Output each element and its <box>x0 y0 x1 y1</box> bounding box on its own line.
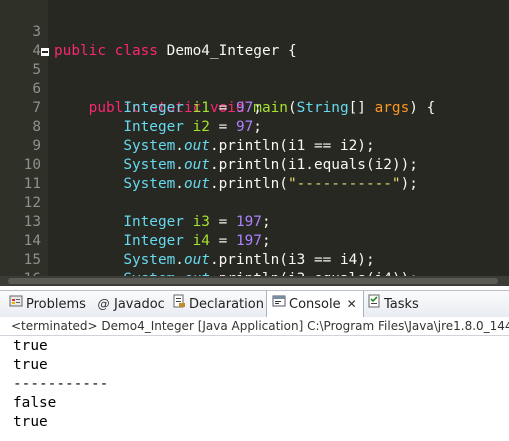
code-line: 3 public class Demo4_Integer { <box>0 4 509 59</box>
tab-declaration[interactable]: Declaration <box>171 291 264 317</box>
code-line: 11 <box>0 156 509 192</box>
code-line: 4 <box>0 23 509 59</box>
code-line: 6 Integer i1 = 97; <box>0 61 509 116</box>
tab-label: Console <box>289 297 341 312</box>
code-line: 5 public static void main(String[] args)… <box>0 42 509 116</box>
close-icon[interactable]: ✕ <box>347 291 357 317</box>
tab-javadoc[interactable]: @ Javadoc <box>96 291 165 317</box>
scrollbar-thumb[interactable] <box>8 278 498 284</box>
code-line: 15 System.out.println(i3.equals(i4)); <box>0 232 509 286</box>
tab-label: Javadoc <box>114 297 165 312</box>
tab-console[interactable]: Console ✕ <box>266 291 364 318</box>
tab-problems[interactable]: Problems <box>8 291 86 317</box>
code-editor[interactable]: 3 public class Demo4_Integer { 4 5 publi… <box>0 0 509 286</box>
console-output[interactable]: true true ----------- false true <box>0 337 509 441</box>
bottom-panel-tabs: Problems @ Javadoc Declaration Console ✕ T… <box>0 290 509 318</box>
code-line: 13 Integer i4 = 197; <box>0 194 509 249</box>
fold-collapse-icon[interactable] <box>41 48 49 56</box>
console-line: ----------- <box>13 376 109 392</box>
declaration-icon <box>171 291 186 317</box>
tasks-icon <box>366 291 381 317</box>
code-line: 9 System.out.println(i1.equals(i2)); <box>0 118 509 173</box>
javadoc-icon: @ <box>97 297 110 311</box>
console-line: true <box>13 414 48 430</box>
console-line: true <box>13 338 48 354</box>
console-line: true <box>13 357 48 373</box>
horizontal-scrollbar[interactable] <box>0 276 509 286</box>
problems-icon <box>8 291 23 317</box>
console-line: false <box>13 395 57 411</box>
code-line: 14 System.out.println(i3 == i4); <box>0 213 509 268</box>
code-line: 16 } <box>0 251 509 286</box>
console-status-line: <terminated> Demo4_Integer [Java Applica… <box>0 317 509 336</box>
tab-label: Problems <box>26 297 86 312</box>
code-line: 10 System.out.println("-----------"); <box>0 137 509 192</box>
tab-label: Declaration <box>189 297 264 312</box>
code-line: 7 Integer i2 = 97; <box>0 80 509 135</box>
tab-tasks[interactable]: Tasks <box>366 291 419 317</box>
console-icon <box>271 291 286 317</box>
code-line: 8 System.out.println(i1 == i2); <box>0 99 509 154</box>
tab-label: Tasks <box>384 297 419 312</box>
code-line: 12 Integer i3 = 197; <box>0 175 509 230</box>
